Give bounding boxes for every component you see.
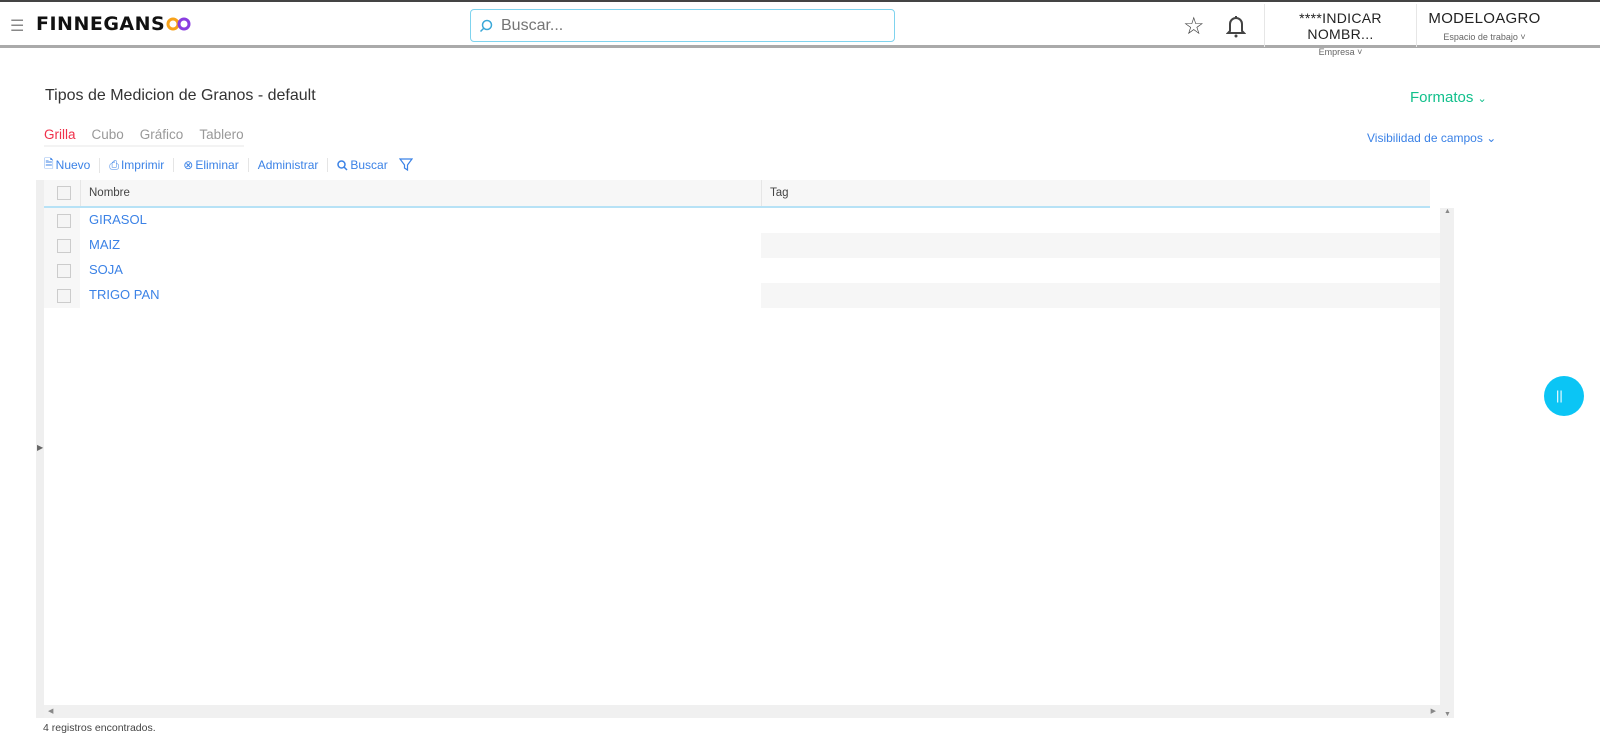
- nombre-link[interactable]: MAIZ: [89, 237, 120, 252]
- caret-right-icon: ▶: [37, 443, 44, 452]
- tag-cell: [761, 283, 1440, 308]
- bell-icon[interactable]: [1226, 14, 1246, 38]
- horizontal-scrollbar[interactable]: ◀ ▶: [44, 705, 1440, 718]
- search-icon: [479, 19, 493, 32]
- delete-circle-icon: ⊗: [183, 158, 194, 172]
- chevron-down-icon: ˅: [1520, 32, 1526, 42]
- row-checkbox[interactable]: [57, 214, 71, 228]
- company-selector[interactable]: ****INDICAR NOMBR... Empresa ˅: [1264, 4, 1416, 57]
- nuevo-button[interactable]: 🗎 Nuevo: [44, 155, 99, 176]
- nombre-link[interactable]: GIRASOL: [89, 212, 147, 227]
- tab-cubo[interactable]: Cubo: [92, 127, 124, 142]
- nombre-link[interactable]: SOJA: [89, 262, 123, 277]
- chevron-down-icon: ⌄: [1477, 93, 1487, 105]
- chevron-down-icon: ˅: [1357, 47, 1363, 57]
- tab-grilla[interactable]: Grilla: [44, 127, 76, 142]
- row-checkbox[interactable]: [57, 264, 71, 278]
- grid-header: Nombre Tag: [44, 180, 1430, 208]
- nombre-link[interactable]: TRIGO PAN: [89, 287, 160, 302]
- view-tabs: Grilla Cubo Gráfico Tablero: [44, 127, 244, 147]
- formatos-dropdown[interactable]: Formatos ⌄: [1410, 89, 1487, 106]
- toolbar: 🗎 Nuevo ⎙ Imprimir ⊗ Eliminar Administrar B…: [44, 155, 413, 175]
- visibilidad-campos-dropdown[interactable]: Visibilidad de campos ⌄: [1367, 131, 1496, 145]
- tab-tablero[interactable]: Tablero: [199, 127, 243, 142]
- vertical-scrollbar[interactable]: ▲ ▼: [1440, 208, 1454, 718]
- select-all-checkbox[interactable]: [57, 186, 71, 200]
- new-document-icon: 🗎: [44, 156, 54, 171]
- table-row[interactable]: GIRASOL: [44, 208, 1440, 233]
- table-row[interactable]: MAIZ: [44, 233, 1440, 258]
- printer-icon: ⎙: [109, 157, 119, 172]
- column-header-nombre[interactable]: Nombre: [80, 180, 761, 206]
- top-bar: ☰ FINNEGANS ☆ ****INDICAR NOMBR... Empre…: [0, 0, 1600, 57]
- filter-icon[interactable]: [398, 158, 413, 172]
- record-count: 4 registros encontrados.: [43, 722, 156, 734]
- row-checkbox[interactable]: [57, 289, 71, 303]
- side-panel-toggle-button[interactable]: ||: [1544, 376, 1584, 416]
- eliminar-button[interactable]: ⊗ Eliminar: [173, 158, 247, 172]
- workspace-selector[interactable]: MODELOAGRO Espacio de trabajo ˅: [1416, 4, 1552, 47]
- page-title: Tipos de Medicion de Granos - default: [45, 87, 316, 104]
- tag-cell: [761, 233, 1440, 258]
- brand-logo[interactable]: FINNEGANS: [36, 13, 165, 35]
- column-header-tag[interactable]: Tag: [761, 180, 1430, 206]
- table-row[interactable]: TRIGO PAN: [44, 283, 1440, 308]
- row-checkbox[interactable]: [57, 239, 71, 253]
- star-icon[interactable]: ☆: [1183, 12, 1205, 41]
- buscar-button[interactable]: Buscar: [327, 158, 396, 172]
- search-icon: [337, 159, 348, 171]
- data-grid: ▶ Nombre Tag GIRASOL MAIZ SOJA TRIGO PAN…: [36, 180, 1454, 718]
- collapse-side-handle[interactable]: ▶: [36, 180, 44, 718]
- hamburger-menu-icon[interactable]: ☰: [10, 16, 24, 36]
- search-box[interactable]: [470, 9, 895, 42]
- chevron-down-icon: ⌄: [1486, 131, 1497, 145]
- imprimir-button[interactable]: ⎙ Imprimir: [99, 157, 173, 173]
- tag-cell: [761, 208, 1440, 233]
- logo-mark-icon: [166, 17, 191, 31]
- tab-grafico[interactable]: Gráfico: [140, 127, 184, 142]
- administrar-button[interactable]: Administrar: [247, 158, 328, 172]
- table-row[interactable]: SOJA: [44, 258, 1440, 283]
- search-input[interactable]: [501, 16, 881, 35]
- tag-cell: [761, 258, 1440, 283]
